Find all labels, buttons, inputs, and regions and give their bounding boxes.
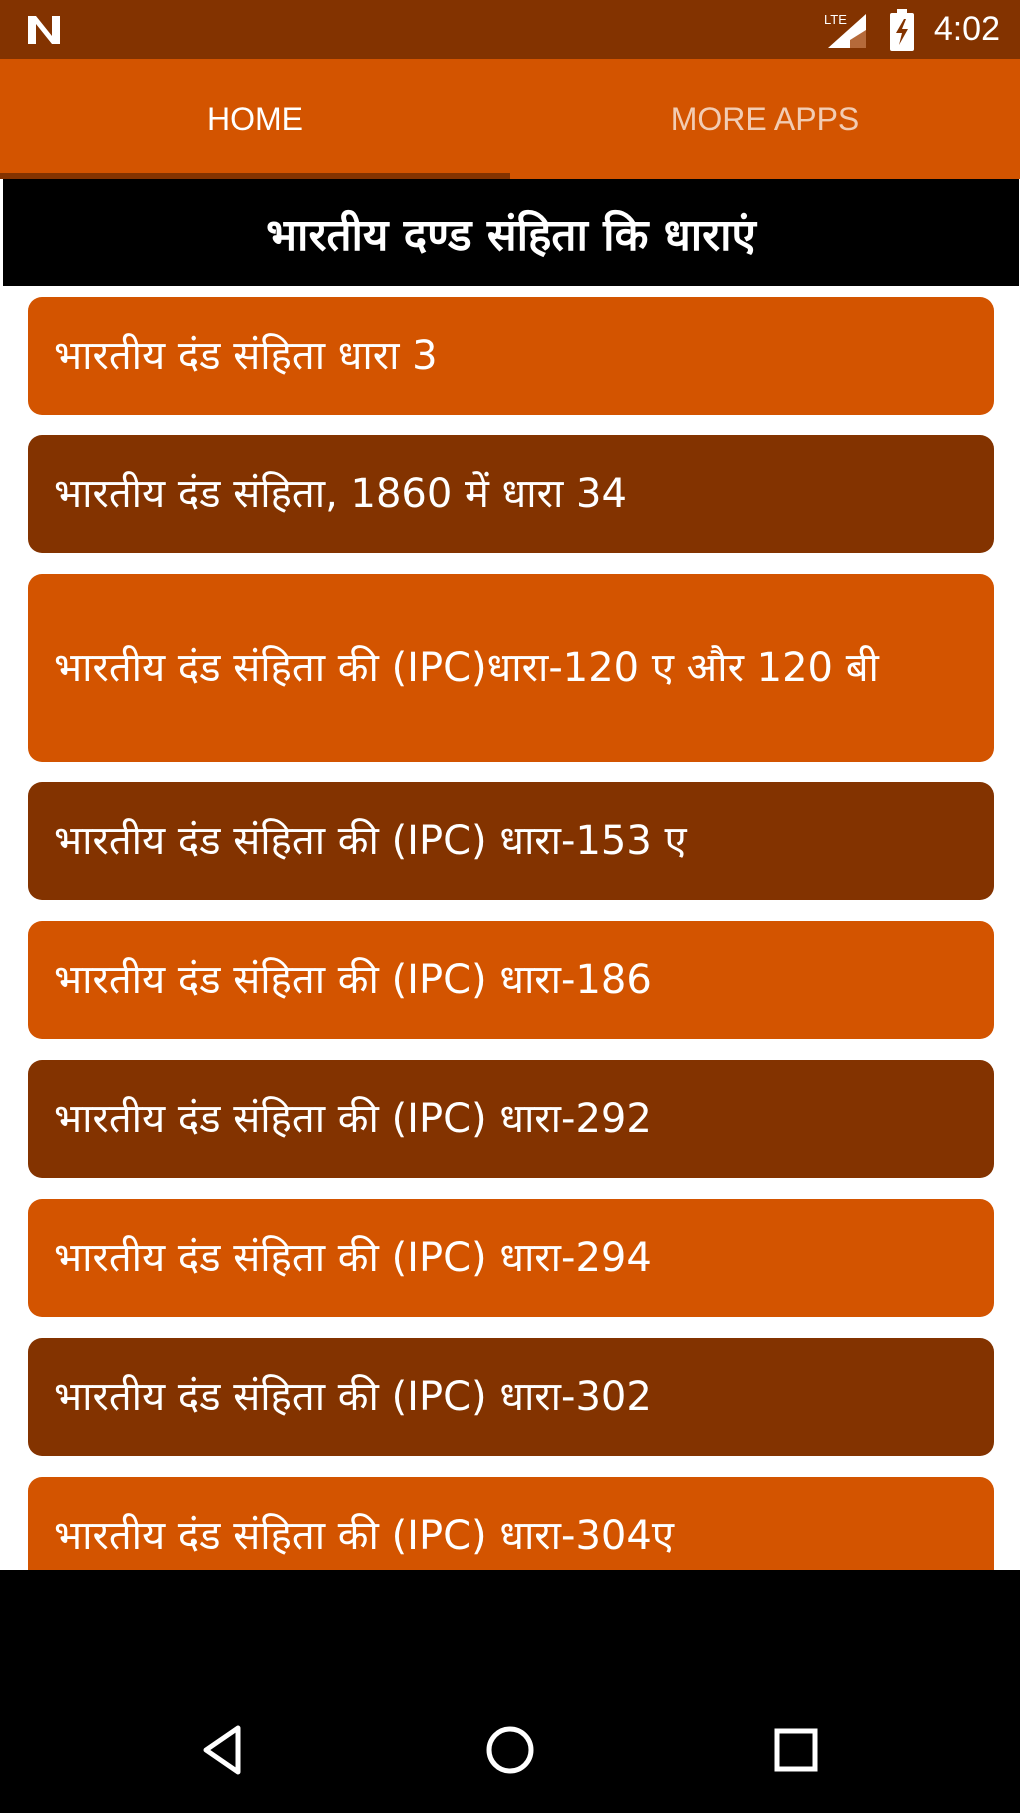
list-item[interactable]: भारतीय दंड संहिता की (IPC) धारा-153 ए: [28, 782, 994, 900]
list-item[interactable]: भारतीय दंड संहिता की (IPC) धारा-304ए: [28, 1477, 994, 1570]
back-icon[interactable]: [194, 1720, 254, 1780]
battery-charging-icon: [889, 8, 914, 51]
list-item[interactable]: भारतीय दंड संहिता की (IPC)धारा-120 ए और …: [28, 574, 994, 762]
tab-bar: HOME MORE APPS: [0, 59, 1020, 179]
tab-more-apps-label: MORE APPS: [670, 100, 860, 137]
list-item[interactable]: भारतीय दंड संहिता की (IPC) धारा-294: [28, 1199, 994, 1317]
lte-label: LTE: [824, 12, 847, 27]
tab-home[interactable]: HOME: [0, 59, 510, 179]
tab-home-label: HOME: [207, 100, 303, 137]
tab-more-apps[interactable]: MORE APPS: [510, 59, 1020, 179]
list-item[interactable]: भारतीय दंड संहिता, 1860 में धारा 34: [28, 435, 994, 553]
status-time: 4:02: [933, 10, 1000, 48]
status-bar: LTE 4:02: [0, 0, 1020, 59]
recents-icon[interactable]: [766, 1720, 826, 1780]
page-title: भारतीय दण्ड संहिता कि धाराएं: [3, 179, 1019, 286]
list-item[interactable]: भारतीय दंड संहिता की (IPC) धारा-302: [28, 1338, 994, 1456]
list-item[interactable]: भारतीय दंड संहिता की (IPC) धारा-186: [28, 921, 994, 1039]
notification-n-icon: [28, 16, 60, 44]
home-icon[interactable]: [480, 1720, 540, 1780]
lte-signal-icon: LTE: [824, 12, 866, 48]
sections-list[interactable]: भारतीय दंड संहिता धारा 3 भारतीय दंड संहि…: [0, 286, 1020, 1570]
list-item[interactable]: भारतीय दंड संहिता धारा 3: [28, 297, 994, 415]
list-item[interactable]: भारतीय दंड संहिता की (IPC) धारा-292: [28, 1060, 994, 1178]
